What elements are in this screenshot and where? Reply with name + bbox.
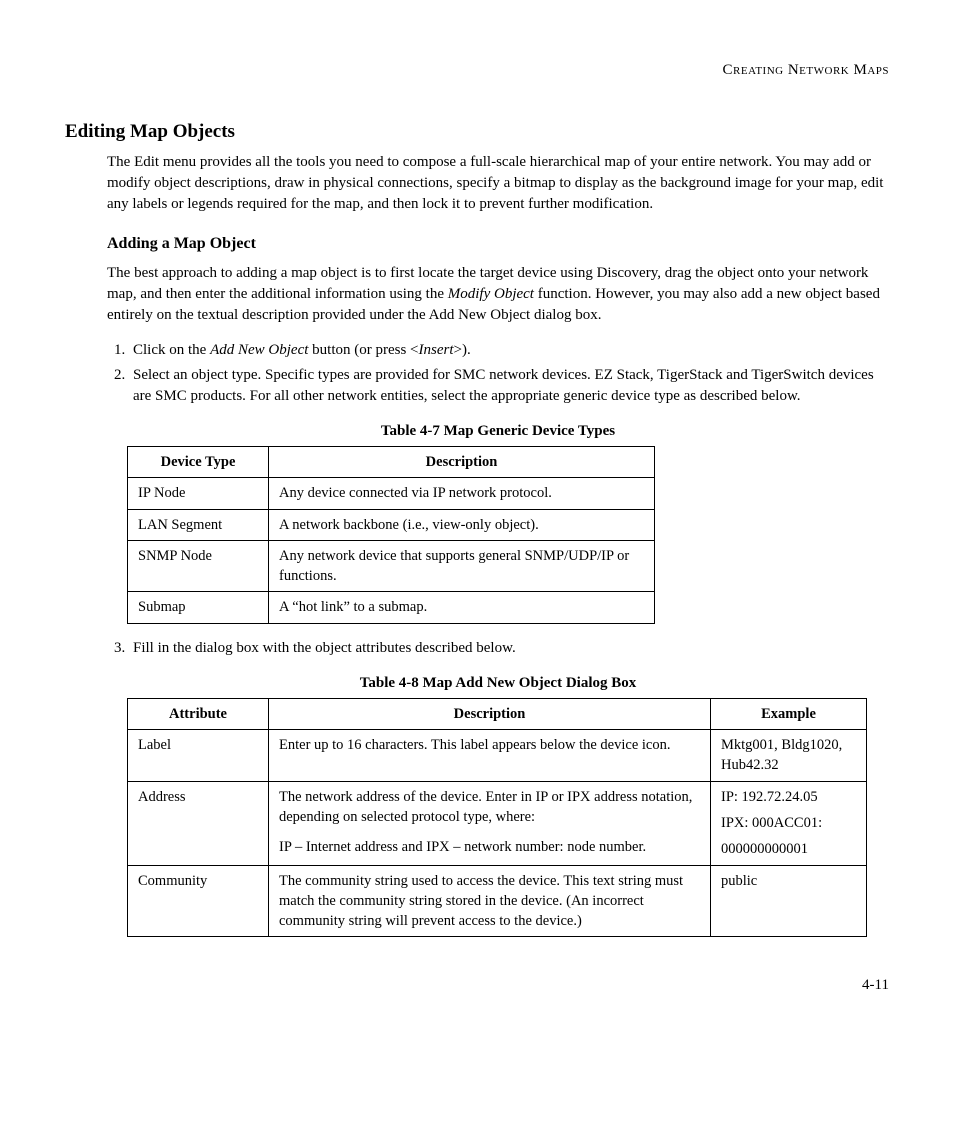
cell-description: Any network device that supports general… bbox=[269, 540, 655, 592]
cell-device-type: Submap bbox=[128, 592, 269, 623]
col-header-attribute: Attribute bbox=[128, 698, 269, 729]
table-row: SNMP Node Any network device that suppor… bbox=[128, 540, 655, 592]
step-1: Click on the Add New Object button (or p… bbox=[129, 340, 889, 361]
text: The network address of the device. Enter… bbox=[279, 787, 700, 828]
text: IP: 192.72.24.05 bbox=[721, 787, 856, 807]
cell-device-type: IP Node bbox=[128, 478, 269, 509]
cell-example: public bbox=[711, 865, 867, 937]
cell-attribute: Community bbox=[128, 865, 269, 937]
page-number: 4-11 bbox=[65, 975, 889, 996]
table-header-row: Device Type Description bbox=[128, 446, 655, 477]
steps-list: Click on the Add New Object button (or p… bbox=[107, 340, 889, 407]
col-header-example: Example bbox=[711, 698, 867, 729]
cell-description: Any device connected via IP network prot… bbox=[269, 478, 655, 509]
section-intro: The Edit menu provides all the tools you… bbox=[107, 152, 889, 215]
step-3: Fill in the dialog box with the object a… bbox=[129, 638, 889, 659]
emphasis-add-new-object: Add New Object bbox=[210, 342, 308, 358]
cell-device-type: LAN Segment bbox=[128, 509, 269, 540]
cell-attribute: Address bbox=[128, 781, 269, 865]
cell-example: IP: 192.72.24.05 IPX: 000ACC01: 00000000… bbox=[711, 781, 867, 865]
cell-example: Mktg001, Bldg1020, Hub42.32 bbox=[711, 730, 867, 782]
cell-description: The network address of the device. Enter… bbox=[269, 781, 711, 865]
table-header-row: Attribute Description Example bbox=[128, 698, 867, 729]
table-add-object-dialog: Attribute Description Example Label Ente… bbox=[127, 698, 867, 938]
col-header-description: Description bbox=[269, 698, 711, 729]
table-row: Label Enter up to 16 characters. This la… bbox=[128, 730, 867, 782]
step-2: Select an object type. Specific types ar… bbox=[129, 365, 889, 407]
cell-attribute: Label bbox=[128, 730, 269, 782]
table-row: Submap A “hot link” to a submap. bbox=[128, 592, 655, 623]
cell-description: A “hot link” to a submap. bbox=[269, 592, 655, 623]
subsection-title: Adding a Map Object bbox=[107, 233, 889, 255]
table-device-types: Device Type Description IP Node Any devi… bbox=[127, 446, 655, 624]
table-row: IP Node Any device connected via IP netw… bbox=[128, 478, 655, 509]
subsection-intro: The best approach to adding a map object… bbox=[107, 263, 889, 326]
cell-description: A network backbone (i.e., view-only obje… bbox=[269, 509, 655, 540]
col-header-description: Description bbox=[269, 446, 655, 477]
emphasis-insert: Insert bbox=[419, 342, 454, 358]
section-title: Editing Map Objects bbox=[65, 119, 889, 146]
table-row: Address The network address of the devic… bbox=[128, 781, 867, 865]
table-row: LAN Segment A network backbone (i.e., vi… bbox=[128, 509, 655, 540]
col-header-device-type: Device Type bbox=[128, 446, 269, 477]
table-caption-4-7: Table 4-7 Map Generic Device Types bbox=[107, 421, 889, 442]
cell-device-type: SNMP Node bbox=[128, 540, 269, 592]
steps-list-continued: Fill in the dialog box with the object a… bbox=[107, 638, 889, 659]
cell-description: Enter up to 16 characters. This label ap… bbox=[269, 730, 711, 782]
text: button (or press < bbox=[308, 342, 418, 358]
text: IPX: 000ACC01: bbox=[721, 813, 856, 833]
text: Click on the bbox=[133, 342, 210, 358]
text: 000000000001 bbox=[721, 839, 856, 859]
table-row: Community The community string used to a… bbox=[128, 865, 867, 937]
text: >). bbox=[454, 342, 471, 358]
table-caption-4-8: Table 4-8 Map Add New Object Dialog Box bbox=[107, 673, 889, 694]
text: IP – Internet address and IPX – network … bbox=[279, 837, 700, 857]
running-head: Creating Network Maps bbox=[65, 60, 889, 81]
cell-description: The community string used to access the … bbox=[269, 865, 711, 937]
emphasis-modify-object: Modify Object bbox=[448, 286, 534, 302]
